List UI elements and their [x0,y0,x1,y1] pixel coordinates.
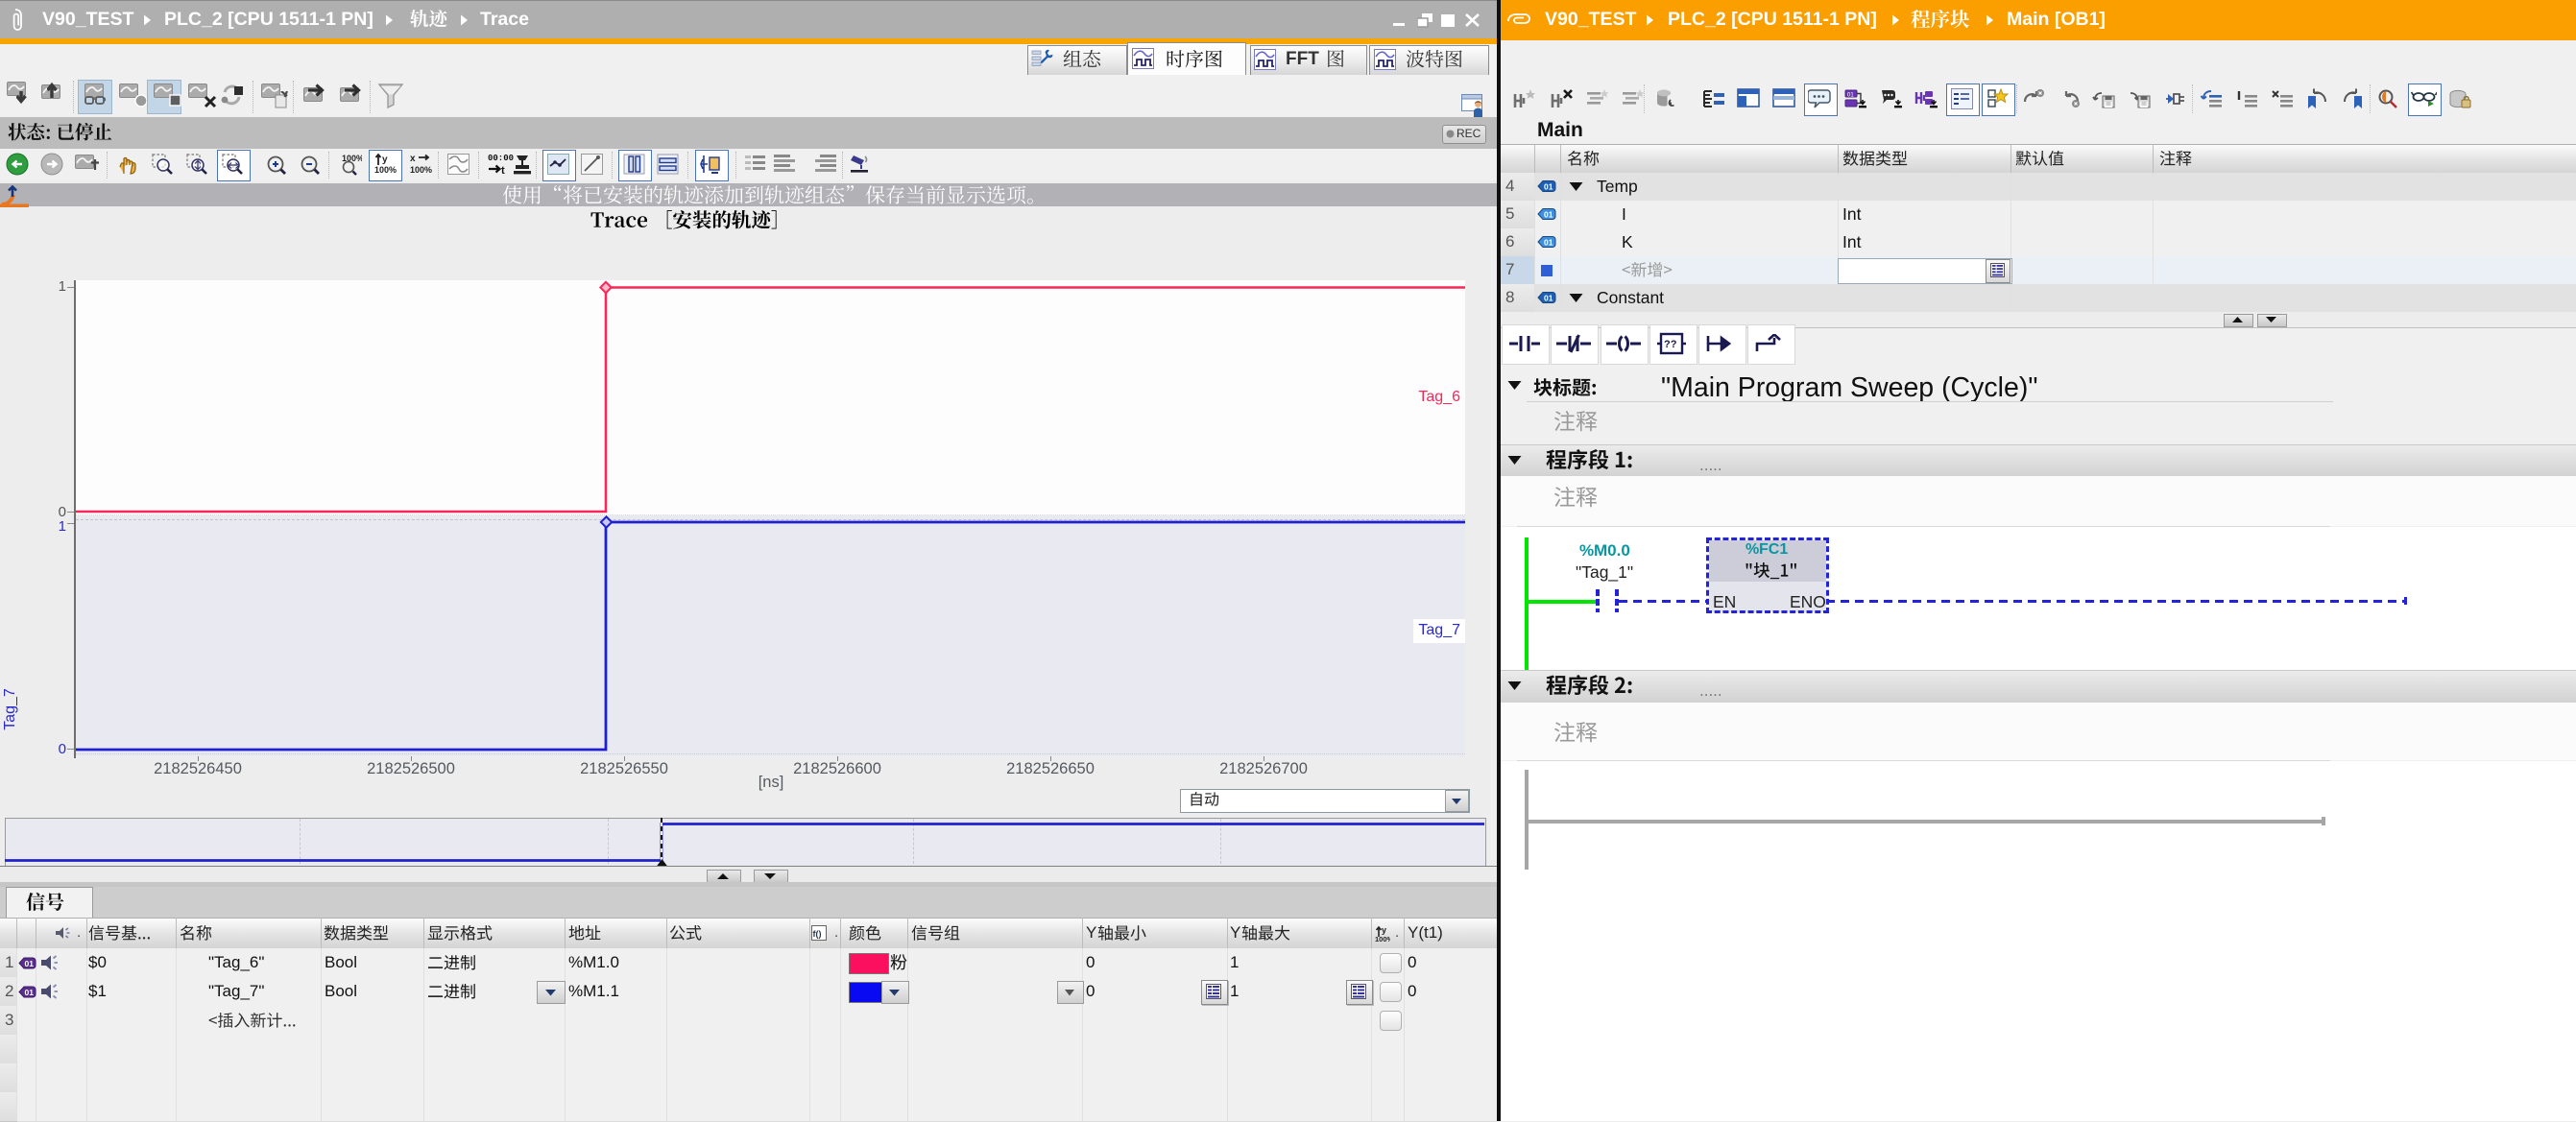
svg-text:01: 01 [1544,294,1553,303]
svg-text:100%: 100% [410,165,432,175]
svg-text:t: t [501,165,505,177]
svg-text:f(): f() [813,929,822,939]
svg-text:00:00: 00:00 [488,154,514,163]
svg-text:01: 01 [1544,182,1553,192]
svg-text:100%: 100% [374,165,397,175]
svg-text:01: 01 [25,988,35,997]
svg-text:??: ?? [1664,339,1677,350]
svg-text:y: y [1382,925,1386,935]
svg-text:100%: 100% [342,154,362,163]
svg-text:y: y [382,155,388,165]
svg-text:x: x [410,154,416,164]
svg-text:01: 01 [1544,238,1553,248]
svg-text:01: 01 [1847,93,1854,99]
svg-text:01: 01 [25,959,35,968]
svg-text:01: 01 [1544,210,1553,220]
svg-text:100%: 100% [1375,935,1390,943]
